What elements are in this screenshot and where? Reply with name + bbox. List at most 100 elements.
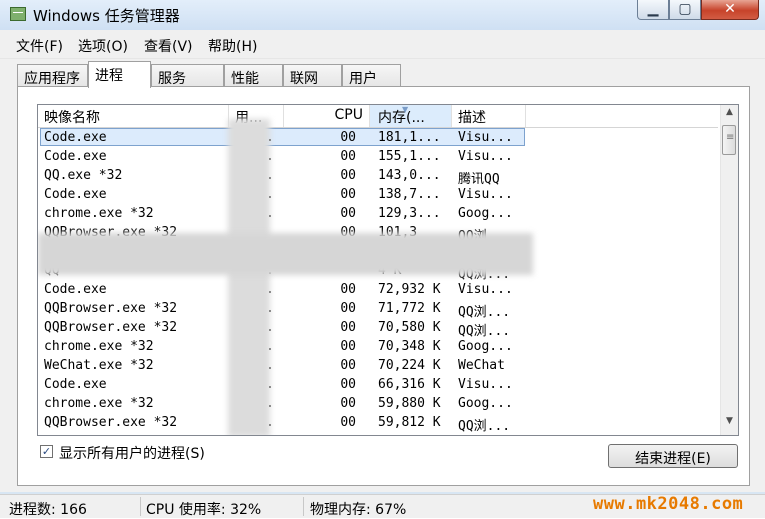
process-description: Visu... — [458, 187, 513, 202]
show-all-users-checkbox[interactable]: ✓ — [40, 445, 53, 458]
process-description: Goog... — [458, 206, 513, 221]
process-memory: 59,880 K — [378, 396, 441, 411]
process-name: chrome.exe *32 — [44, 339, 154, 354]
process-name: chrome.exe *32 — [44, 396, 154, 411]
status-process-count: 进程数: 166 — [9, 502, 87, 518]
process-row[interactable]: Code.exe.00138,7...Visu... — [38, 185, 718, 204]
column-header-row: 映像名称 用... CPU 内存(... ▼ 描述 — [38, 105, 718, 128]
process-description: Goog... — [458, 339, 513, 354]
process-name: Code.exe — [44, 187, 107, 202]
process-description: Visu... — [458, 377, 513, 392]
menu-options[interactable]: 选项(O) — [78, 36, 128, 56]
process-cpu: 00 — [340, 320, 356, 335]
process-name: QQBrowser.exe *32 — [44, 301, 178, 316]
process-row[interactable]: Code.exe.00181,1...Visu... — [38, 128, 718, 147]
status-divider — [140, 497, 141, 516]
process-row[interactable]: QQBrowser.exe *32.0059,812 KQQ浏... — [38, 413, 718, 434]
redaction-blur — [228, 119, 270, 435]
redaction-blur — [38, 233, 533, 275]
window-title: Windows 任务管理器 — [33, 7, 180, 25]
maximize-button[interactable]: ▢ — [669, 0, 701, 20]
process-row[interactable]: chrome.exe *32.0059,880 KGoog... — [38, 394, 718, 413]
process-memory: 155,1... — [378, 149, 441, 164]
minimize-icon: ▁ — [647, 1, 659, 17]
menu-help[interactable]: 帮助(H) — [208, 36, 257, 56]
process-cpu: 00 — [340, 282, 356, 297]
process-description: Goog... — [458, 396, 513, 411]
vertical-scrollbar[interactable]: ▲ ▼ — [720, 105, 738, 435]
process-memory: 143,0... — [378, 168, 441, 183]
column-memory[interactable]: 内存(... ▼ — [370, 105, 452, 127]
menu-view[interactable]: 查看(V) — [144, 36, 193, 56]
scroll-up-icon[interactable]: ▲ — [721, 107, 738, 124]
process-cpu: 00 — [340, 358, 356, 373]
minimize-button[interactable]: ▁ — [637, 0, 669, 20]
process-description: Visu... — [458, 130, 513, 145]
process-cpu: 00 — [340, 301, 356, 316]
status-physical-memory: 物理内存: 67% — [310, 502, 407, 518]
show-all-users-label[interactable]: 显示所有用户的进程(S) — [59, 443, 205, 463]
process-name: Code.exe — [44, 149, 107, 164]
tab-applications[interactable]: 应用程序 — [17, 64, 88, 87]
process-row[interactable]: chrome.exe *32.00129,3...Goog... — [38, 204, 718, 223]
process-memory: 66,316 K — [378, 377, 441, 392]
process-name: QQ.exe *32 — [44, 168, 123, 183]
end-process-button[interactable]: 结束进程(E) — [608, 444, 738, 468]
column-image-name[interactable]: 映像名称 — [38, 105, 229, 127]
process-row[interactable]: QQ.exe *32.00143,0...腾讯QQ — [38, 166, 718, 187]
process-row[interactable]: QQBrowser.exe *32.0070,580 KQQ浏... — [38, 318, 718, 339]
process-cpu: 00 — [340, 149, 356, 164]
process-name: chrome.exe *32 — [44, 206, 154, 221]
process-memory: 72,932 K — [378, 282, 441, 297]
menu-file[interactable]: 文件(F) — [16, 36, 63, 56]
process-cpu: 00 — [340, 206, 356, 221]
process-row[interactable]: Code.exe.0072,932 KVisu... — [38, 280, 718, 299]
status-divider — [303, 497, 304, 516]
process-memory: 138,7... — [378, 187, 441, 202]
process-list[interactable]: 映像名称 用... CPU 内存(... ▼ 描述 Code.exe.00181… — [37, 104, 739, 436]
tab-processes[interactable]: 进程 — [88, 61, 151, 88]
maximize-icon: ▢ — [678, 1, 692, 17]
scroll-thumb[interactable] — [722, 125, 736, 155]
close-button[interactable]: ✕ — [701, 0, 759, 20]
scroll-down-icon[interactable]: ▼ — [721, 416, 738, 433]
close-icon: ✕ — [724, 1, 736, 17]
process-cpu: 00 — [340, 339, 356, 354]
watermark-text: www.mk2048.com — [593, 494, 744, 514]
process-name: WeChat.exe *32 — [44, 358, 154, 373]
process-name: Code.exe — [44, 130, 107, 145]
process-memory: 129,3... — [378, 206, 441, 221]
process-name: QQBrowser.exe *32 — [44, 415, 178, 430]
tab-services[interactable]: 服务 — [151, 64, 224, 87]
process-description: Visu... — [458, 282, 513, 297]
process-memory: 70,580 K — [378, 320, 441, 335]
process-cpu: 00 — [340, 168, 356, 183]
process-memory: 70,348 K — [378, 339, 441, 354]
process-name: Code.exe — [44, 282, 107, 297]
process-row[interactable]: WeChat.exe *32.0070,224 KWeChat — [38, 356, 718, 375]
process-row[interactable]: Code.exe.0066,316 KVisu... — [38, 375, 718, 394]
process-cpu: 00 — [340, 187, 356, 202]
title-bar[interactable]: Windows 任务管理器 ▁ ▢ ✕ — [0, 0, 765, 30]
process-cpu: 00 — [340, 130, 356, 145]
column-description[interactable]: 描述 — [452, 105, 526, 127]
tab-performance[interactable]: 性能 — [224, 64, 283, 87]
process-memory: 71,772 K — [378, 301, 441, 316]
column-cpu[interactable]: CPU — [284, 105, 370, 127]
tab-users[interactable]: 用户 — [342, 64, 401, 87]
process-cpu: 00 — [340, 396, 356, 411]
tab-networking[interactable]: 联网 — [283, 64, 342, 87]
process-row[interactable]: QQBrowser.exe *32.0071,772 KQQ浏... — [38, 299, 718, 320]
task-manager-icon — [10, 7, 26, 21]
menu-bar: 文件(F) 选项(O) 查看(V) 帮助(H) — [0, 30, 765, 59]
process-memory: 70,224 K — [378, 358, 441, 373]
process-name: Code.exe — [44, 377, 107, 392]
sort-descending-icon: ▼ — [402, 105, 409, 114]
process-row[interactable]: chrome.exe *32.0070,348 KGoog... — [38, 337, 718, 356]
process-cpu: 00 — [340, 377, 356, 392]
process-memory: 181,1... — [378, 130, 441, 145]
process-description: WeChat — [458, 358, 505, 373]
process-row[interactable]: Code.exe.00155,1...Visu... — [38, 147, 718, 166]
process-name: QQBrowser.exe *32 — [44, 320, 178, 335]
task-manager-window: Windows 任务管理器 ▁ ▢ ✕ 文件(F) 选项(O) 查看(V) 帮助… — [0, 0, 765, 518]
